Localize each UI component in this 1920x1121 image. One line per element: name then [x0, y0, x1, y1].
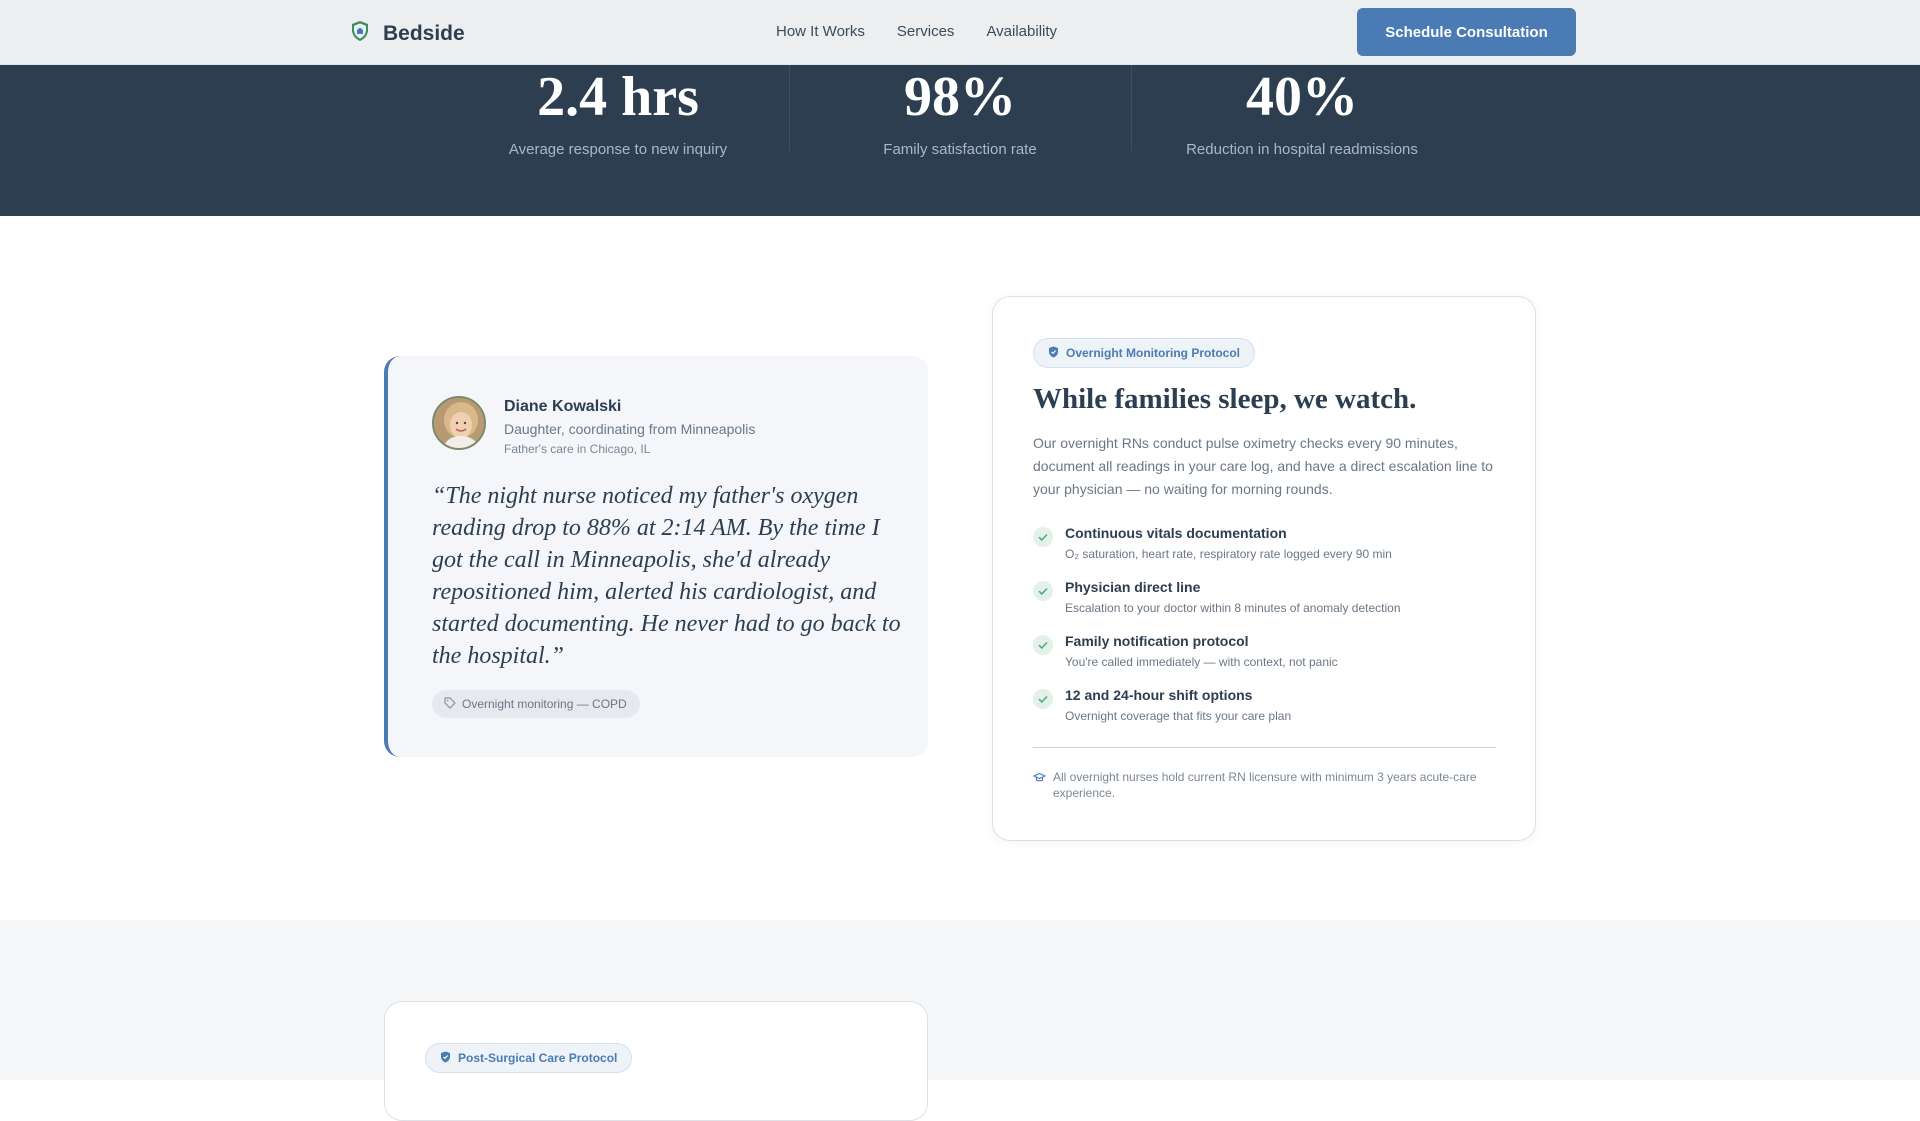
stat-value: 98%	[904, 66, 1016, 128]
testimonial-author-role: Daughter, coordinating from Minneapolis	[504, 421, 756, 437]
feature-title: Physician direct line	[1065, 579, 1201, 595]
protocol-badge-label: Post-Surgical Care Protocol	[458, 1051, 618, 1065]
check-icon	[1033, 527, 1053, 547]
avatar	[432, 396, 486, 450]
brand-logo-link[interactable]: Bedside	[349, 20, 465, 47]
feature-title: Family notification protocol	[1065, 633, 1249, 649]
nav-how-it-works[interactable]: How It Works	[776, 23, 865, 40]
stat-satisfaction: 98% Family satisfaction rate	[789, 65, 1131, 158]
feature-subtitle: Overnight coverage that fits your care p…	[1065, 709, 1292, 723]
overnight-protocol-card: Overnight Monitoring Protocol While fami…	[992, 296, 1536, 841]
next-section	[0, 920, 1920, 1080]
stat-readmissions: 40% Reduction in hospital readmissions	[1131, 65, 1473, 158]
licensure-note-text: All overnight nurses hold current RN lic…	[1053, 770, 1477, 800]
protocol-description: Our overnight RNs conduct pulse oximetry…	[1033, 435, 1493, 497]
testimonial-tag: Overnight monitoring — COPD	[432, 690, 640, 718]
feature-subtitle: Escalation to your doctor within 8 minut…	[1065, 601, 1401, 615]
main-nav: How It Works Services Availability	[776, 23, 1057, 40]
stats-band: 2.4 hrs Average response to new inquiry …	[0, 65, 1920, 216]
post-surgical-protocol-card: Post-Surgical Care Protocol	[384, 1001, 928, 1121]
protocol-title: While families sleep, we watch.	[1033, 383, 1417, 415]
feature-title: 12 and 24-hour shift options	[1065, 687, 1253, 703]
feature-subtitle: You're called immediately — with context…	[1065, 655, 1338, 669]
stat-value: 2.4 hrs	[537, 66, 699, 128]
testimonial-author-name: Diane Kowalski	[504, 398, 622, 415]
feature-title: Continuous vitals documentation	[1065, 525, 1287, 541]
testimonial-quote: “The night nurse noticed my father's oxy…	[432, 483, 901, 669]
shield-icon	[1048, 346, 1059, 361]
shield-logo-icon	[349, 20, 371, 47]
testimonial-care-location: Father's care in Chicago, IL	[504, 442, 651, 456]
check-icon	[1033, 635, 1053, 655]
feature-subtitle: O₂ saturation, heart rate, respiratory r…	[1065, 547, 1392, 561]
check-icon	[1033, 689, 1053, 709]
protocol-badge-label: Overnight Monitoring Protocol	[1066, 346, 1240, 360]
shield-icon	[440, 1051, 451, 1066]
stat-label: Reduction in hospital readmissions	[1186, 141, 1418, 158]
stat-label: Average response to new inquiry	[508, 141, 728, 158]
check-icon	[1033, 581, 1053, 601]
graduation-cap-icon	[1032, 771, 1047, 789]
nav-availability[interactable]: Availability	[986, 23, 1057, 40]
nav-services[interactable]: Services	[897, 23, 955, 40]
stat-value: 40%	[1246, 66, 1358, 128]
divider	[1033, 747, 1496, 748]
schedule-consultation-button[interactable]: Schedule Consultation	[1357, 8, 1576, 56]
testimonial-card: Diane Kowalski Daughter, coordinating fr…	[384, 356, 928, 757]
stat-response-time: 2.4 hrs Average response to new inquiry	[447, 65, 789, 158]
protocol-badge: Post-Surgical Care Protocol	[425, 1043, 633, 1073]
top-navigation: Bedside How It Works Services Availabili…	[0, 0, 1920, 65]
stat-label: Family satisfaction rate	[883, 141, 1037, 158]
protocol-badge: Overnight Monitoring Protocol	[1033, 338, 1255, 368]
testimonial-tag-label: Overnight monitoring — COPD	[462, 697, 627, 711]
brand-name: Bedside	[383, 21, 465, 45]
tag-icon	[444, 696, 456, 712]
